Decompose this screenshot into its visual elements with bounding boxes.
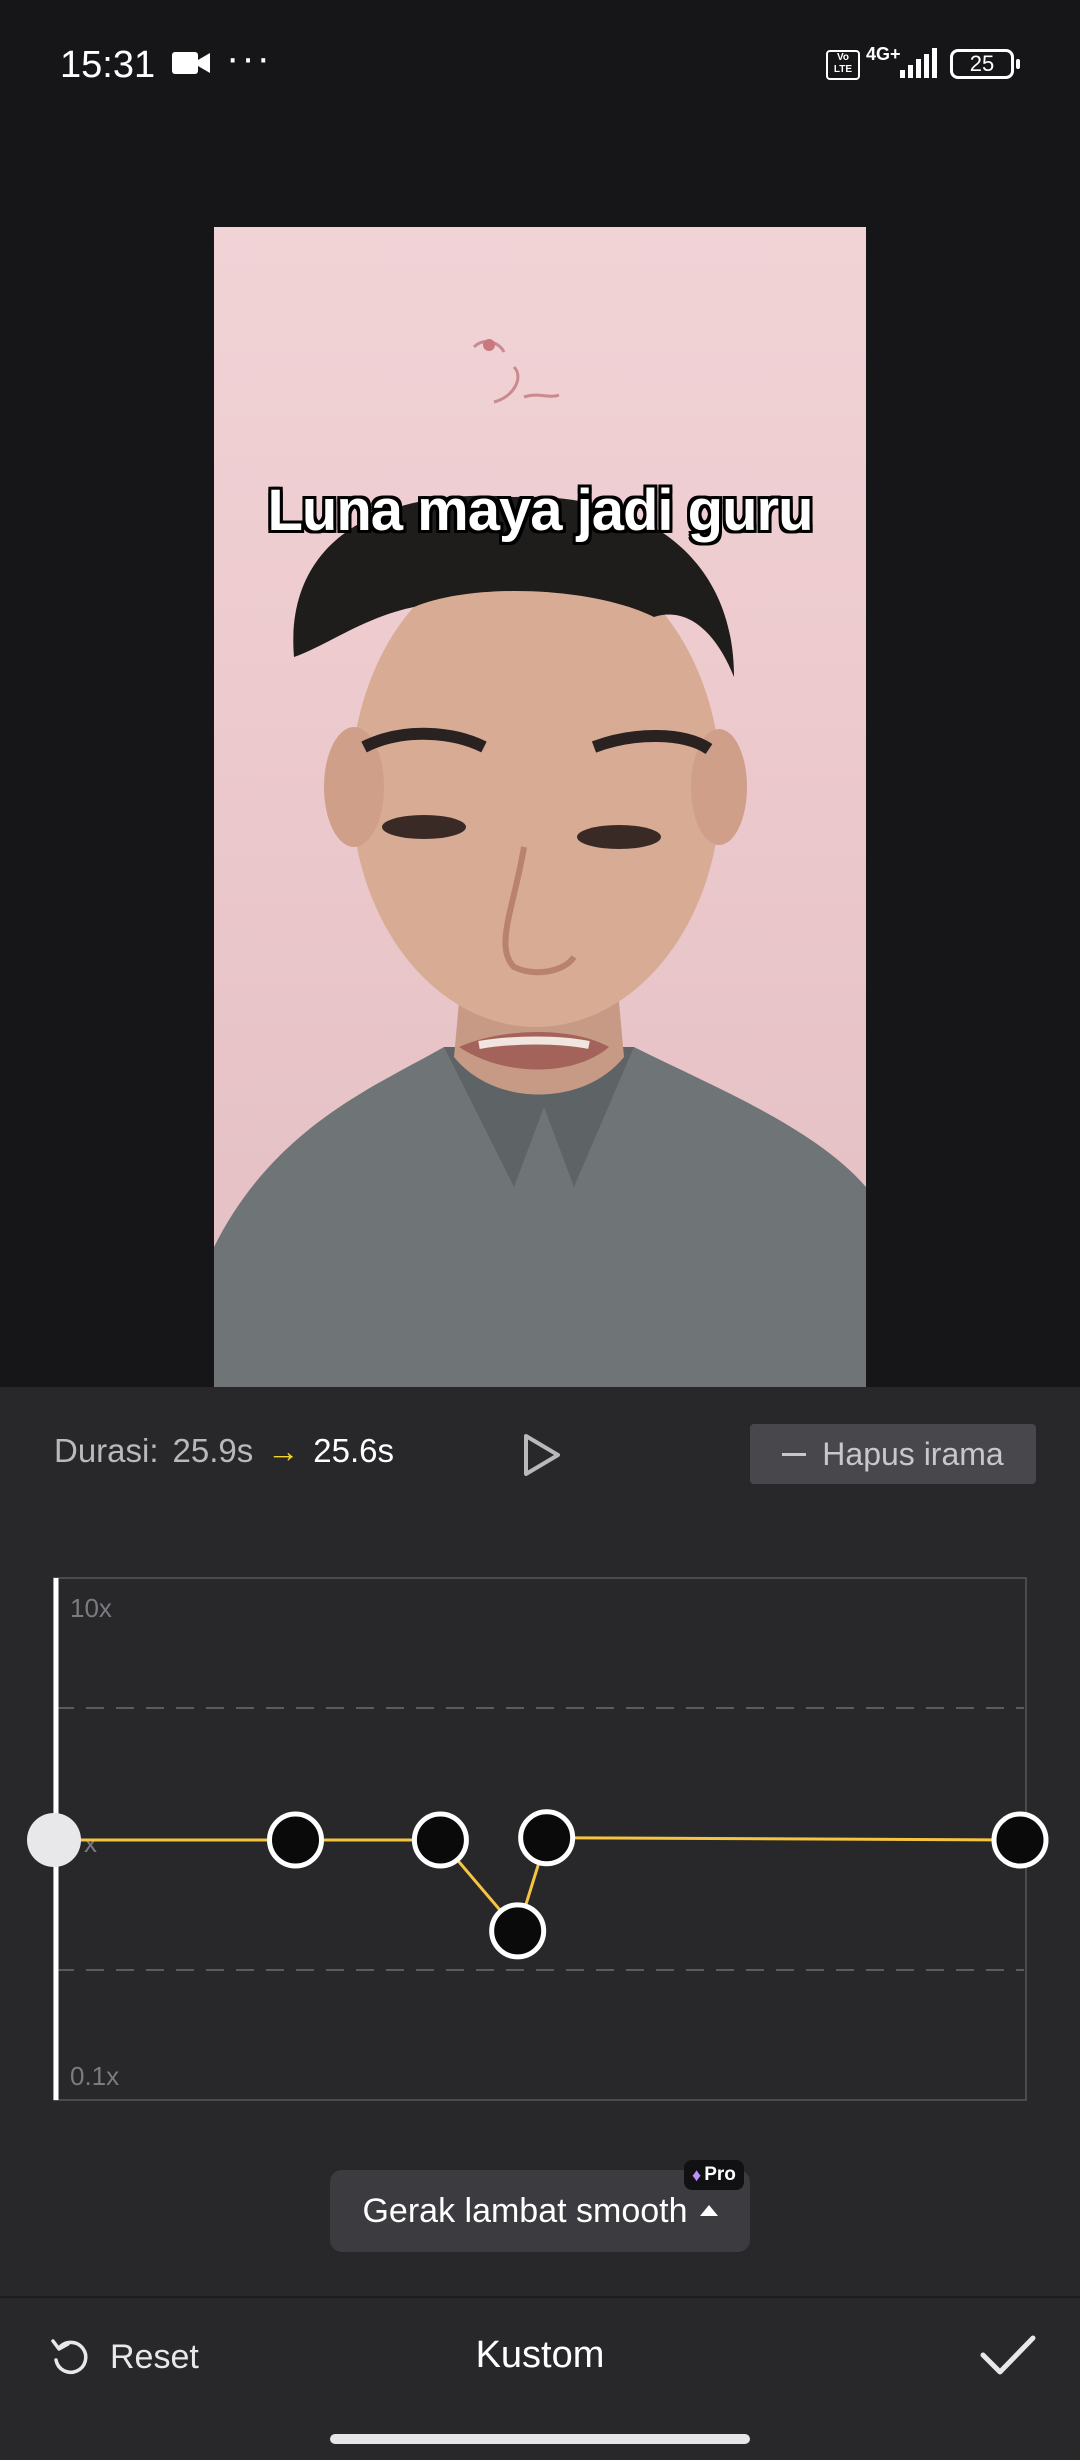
minus-icon (782, 1452, 807, 1456)
speed-min-label: 0.1x (70, 2061, 119, 2091)
video-preview[interactable]: Luna maya jadi guru (214, 227, 866, 1387)
arrow-right-icon: → (267, 1432, 300, 1469)
pro-badge-label: Pro (704, 2164, 736, 2185)
video-camera-icon (172, 52, 210, 74)
diamond-icon: ♦ (692, 2164, 702, 2185)
signal-icon (900, 48, 937, 78)
network-type: 4G+ (866, 44, 901, 64)
speed-point-4[interactable] (518, 1809, 576, 1867)
reset-icon (51, 2339, 88, 2375)
remove-beat-label: Hapus irama (822, 1435, 1004, 1472)
duration-info: Durasi: 25.9s → 25.6s (54, 1432, 394, 1470)
volte-icon: Vo LTE (826, 50, 860, 80)
caret-up-icon (699, 2204, 718, 2216)
playhead-handle[interactable] (27, 1813, 81, 1867)
play-icon (524, 1434, 560, 1476)
battery-icon: 25 (950, 49, 1020, 79)
status-bar: 15:31 ··· Vo LTE 4G+ 25 (0, 0, 1080, 130)
duration-from: 25.9s (172, 1432, 254, 1469)
speed-mid-label: x (84, 1828, 97, 1858)
duration-label: Durasi: (54, 1432, 159, 1469)
speed-control-points (267, 1809, 1049, 1960)
duration-to: 25.6s (313, 1432, 394, 1469)
screen: 15:31 ··· Vo LTE 4G+ 25 Luna maya jadi g… (0, 0, 1080, 2460)
more-notifications-icon: ··· (226, 36, 272, 80)
reset-button[interactable]: Reset (48, 2334, 199, 2380)
person-image (214, 495, 866, 1387)
speed-max-label: 10x (70, 1593, 112, 1623)
speed-point-3[interactable] (489, 1902, 547, 1960)
pro-badge: ♦ Pro (684, 2160, 744, 2190)
status-time: 15:31 (60, 44, 156, 86)
play-button[interactable] (518, 1432, 564, 1478)
home-indicator[interactable] (330, 2434, 750, 2444)
speed-point-2[interactable] (411, 1811, 469, 1869)
video-caption: Luna maya jadi guru (267, 478, 814, 543)
checkmark-icon (980, 2335, 1036, 2375)
speed-curve-editor[interactable]: 10x x 0.1x (0, 1560, 1080, 2120)
confirm-button[interactable] (978, 2330, 1038, 2380)
footer-divider (0, 2296, 1080, 2298)
effect-label: Gerak lambat smooth (362, 2191, 688, 2230)
speed-point-5[interactable] (991, 1811, 1049, 1869)
remove-beat-button[interactable]: Hapus irama (750, 1424, 1036, 1484)
reset-label: Reset (110, 2337, 199, 2376)
speed-point-1[interactable] (267, 1811, 324, 1869)
